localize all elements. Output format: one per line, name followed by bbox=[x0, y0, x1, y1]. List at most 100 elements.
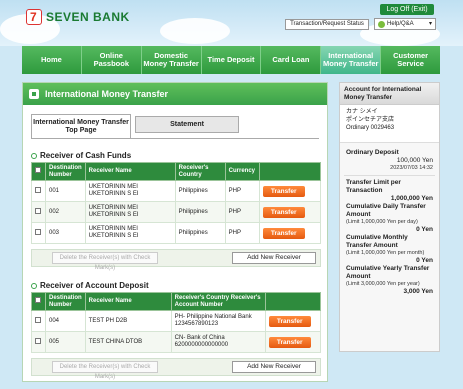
header: 7 SEVEN BANK Log Off (Exit) Transaction/… bbox=[0, 0, 463, 46]
table-header-row: Destination Number Receiver Name Receive… bbox=[31, 292, 322, 311]
cash-actions-bar: Delete the Receiver(s) with Check Mark(s… bbox=[31, 249, 321, 271]
transfer-button[interactable]: Transfer bbox=[262, 227, 305, 239]
account-number: Ordinary 0029463 bbox=[346, 125, 395, 131]
account-side-panel: Account for International Money Transfer… bbox=[339, 82, 440, 352]
main-panel: International Money Transfer Internation… bbox=[22, 82, 328, 382]
table-row: 002 UKETORININ MEI UKETORININ S EI Phili… bbox=[31, 201, 322, 223]
cell-country: Philippines bbox=[174, 201, 226, 223]
transfer-button[interactable]: Transfer bbox=[268, 315, 311, 327]
cell-action: Transfer bbox=[264, 310, 322, 332]
add-new-receiver-button[interactable]: Add New Receiver bbox=[232, 361, 316, 373]
daily-amount-value: 0 Yen bbox=[416, 226, 433, 233]
nav-customer-service[interactable]: Customer Service bbox=[381, 46, 441, 74]
row-checkbox[interactable] bbox=[35, 316, 41, 323]
cell-country: Philippines bbox=[174, 180, 226, 202]
monthly-limit-note: (Limit 1,000,000 Yen per month) bbox=[346, 250, 425, 256]
select-all-header[interactable] bbox=[31, 162, 46, 181]
nav-online-passbook[interactable]: Online Passbook bbox=[81, 46, 142, 74]
ordinary-deposit-label: Ordinary Deposit bbox=[346, 149, 399, 156]
col-receiver-name: Receiver Name bbox=[84, 292, 172, 311]
account-info: カナ シメイ ポインセチア支店 Ordinary 0029463 bbox=[340, 105, 439, 143]
row-checkbox[interactable] bbox=[35, 207, 41, 214]
transaction-status-button[interactable]: Transaction/Request Status bbox=[285, 19, 369, 30]
cell-number: 004 bbox=[45, 310, 86, 332]
nav-domestic-transfer[interactable]: Domestic Money Transfer bbox=[141, 46, 202, 74]
row-checkbox-cell bbox=[31, 331, 46, 353]
transfer-limit-label: Transfer Limit per Transaction bbox=[346, 179, 401, 194]
table-row: 001 UKETORININ MEI UKETORININ S EI Phili… bbox=[31, 180, 322, 202]
cell-name: UKETORININ MEI UKETORININ S EI bbox=[84, 222, 176, 244]
row-checkbox-cell bbox=[31, 310, 46, 332]
cell-number: 002 bbox=[45, 201, 86, 223]
select-all-checkbox[interactable] bbox=[35, 297, 41, 303]
cell-number: 001 bbox=[45, 180, 86, 202]
yearly-limit-note: (Limit 3,000,000 Yen per year) bbox=[346, 281, 420, 287]
nav-card-loan[interactable]: Card Loan bbox=[261, 46, 322, 74]
chevron-down-icon: ▾ bbox=[428, 21, 432, 27]
monthly-amount-value: 0 Yen bbox=[416, 257, 433, 264]
cell-country-account: PH- Philippine National Bank 12345678901… bbox=[170, 310, 266, 332]
col-destination-number: Destination Number bbox=[45, 162, 86, 181]
transfer-limit-value: 1,000,000 Yen bbox=[390, 195, 433, 202]
cell-action: Transfer bbox=[258, 222, 322, 244]
tab-divider bbox=[31, 138, 319, 139]
col-currency: Currency bbox=[224, 162, 260, 181]
help-dropdown[interactable]: Help/Q&A ▾ bbox=[374, 18, 436, 30]
col-destination-number: Destination Number bbox=[45, 292, 86, 311]
logo-mark-icon: 7 bbox=[26, 9, 42, 25]
logoff-button[interactable]: Log Off (Exit) bbox=[380, 4, 434, 15]
tab-statement[interactable]: Statement bbox=[135, 116, 239, 133]
col-country-account: Receiver's Country Receiver's Account Nu… bbox=[170, 292, 266, 311]
select-all-checkbox[interactable] bbox=[35, 167, 41, 173]
account-kana-name: カナ シメイ bbox=[346, 109, 378, 115]
main-nav: Home Online Passbook Domestic Money Tran… bbox=[22, 46, 441, 74]
account-receivers-table: Destination Number Receiver Name Receive… bbox=[31, 292, 322, 353]
bullet-icon bbox=[31, 152, 37, 159]
nav-international-transfer[interactable]: International Money Transfer bbox=[321, 46, 382, 74]
deposit-timestamp: 2023/07/03 14:32 bbox=[390, 165, 433, 171]
cell-name: TEST CHINA DTOB bbox=[84, 331, 172, 353]
add-new-receiver-button[interactable]: Add New Receiver bbox=[232, 252, 316, 264]
cell-name: UKETORININ MEI UKETORININ S EI bbox=[84, 201, 176, 223]
cell-name: UKETORININ MEI UKETORININ S EI bbox=[84, 180, 176, 202]
account-branch: ポインセチア支店 bbox=[346, 117, 395, 123]
bullet-icon bbox=[31, 282, 37, 289]
transfer-button[interactable]: Transfer bbox=[262, 206, 305, 218]
daily-limit-note: (Limit 1,000,000 Yen per day) bbox=[346, 219, 418, 225]
seven-bank-logo[interactable]: 7 SEVEN BANK bbox=[26, 9, 130, 25]
cell-action: Transfer bbox=[258, 201, 322, 223]
cash-receivers-table: Destination Number Receiver Name Receive… bbox=[31, 162, 322, 244]
cell-action: Transfer bbox=[264, 331, 322, 353]
cloud-decoration bbox=[160, 18, 230, 44]
cell-action: Transfer bbox=[258, 180, 322, 202]
side-panel-title: Account for International Money Transfer bbox=[340, 83, 439, 105]
cash-section-title: Receiver of Cash Funds bbox=[31, 151, 131, 160]
select-all-header[interactable] bbox=[31, 292, 46, 311]
nav-home[interactable]: Home bbox=[22, 46, 82, 74]
transfer-button[interactable]: Transfer bbox=[268, 336, 311, 348]
yearly-amount-label: Cumulative Yearly Transfer Amount bbox=[346, 265, 430, 280]
transfer-button[interactable]: Transfer bbox=[262, 185, 305, 197]
logo-text: SEVEN BANK bbox=[46, 10, 130, 24]
row-checkbox[interactable] bbox=[35, 186, 41, 193]
tab-top-page[interactable]: International Money Transfer Top Page bbox=[31, 114, 131, 138]
account-section-title: Receiver of Account Deposit bbox=[31, 281, 149, 290]
account-title-text: Receiver of Account Deposit bbox=[40, 281, 149, 290]
row-checkbox-cell bbox=[31, 201, 46, 223]
delete-checked-button[interactable]: Delete the Receiver(s) with Check Mark(s… bbox=[52, 361, 158, 380]
cell-currency: PHP bbox=[224, 180, 260, 202]
row-checkbox[interactable] bbox=[35, 337, 41, 344]
nav-time-deposit[interactable]: Time Deposit bbox=[201, 46, 262, 74]
col-receiver-country: Receiver's Country bbox=[174, 162, 226, 181]
cell-number: 005 bbox=[45, 331, 86, 353]
table-row: 003 UKETORININ MEI UKETORININ S EI Phili… bbox=[31, 222, 322, 244]
row-checkbox-cell bbox=[31, 222, 46, 244]
col-action bbox=[258, 162, 322, 181]
delete-checked-button[interactable]: Delete the Receiver(s) with Check Mark(s… bbox=[52, 252, 158, 271]
ordinary-deposit-value: 100,000 Yen bbox=[396, 157, 433, 164]
table-row: 004 TEST PH D2B PH- Philippine National … bbox=[31, 310, 322, 332]
row-checkbox[interactable] bbox=[35, 228, 41, 235]
cell-currency: PHP bbox=[224, 222, 260, 244]
yearly-amount-value: 3,000 Yen bbox=[403, 288, 433, 295]
page-title: International Money Transfer bbox=[45, 89, 169, 99]
